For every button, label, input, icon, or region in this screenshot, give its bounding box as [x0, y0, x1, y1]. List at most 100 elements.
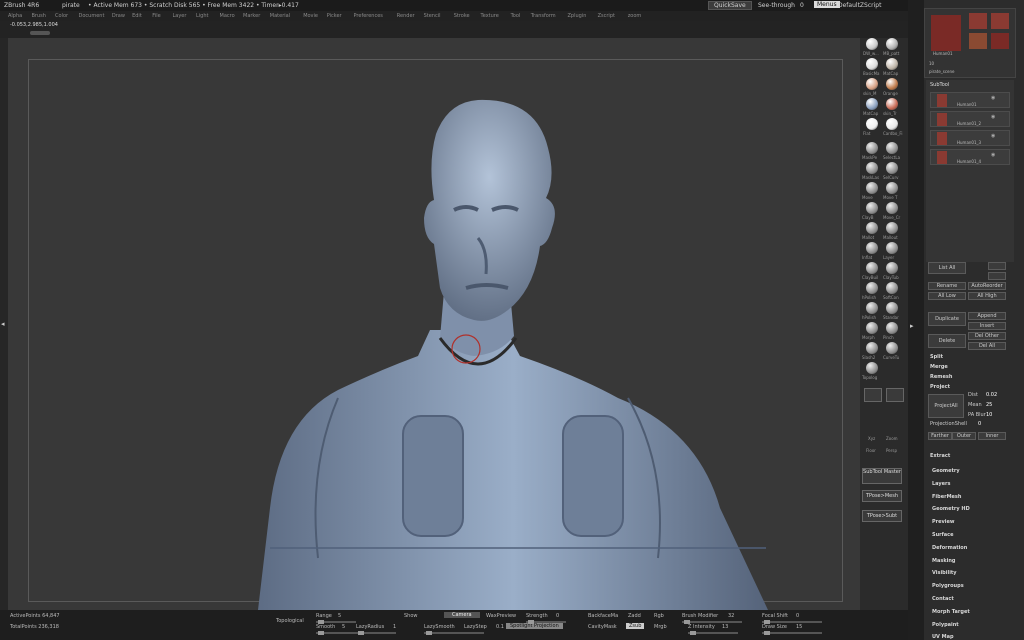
- eye-icon[interactable]: ◉: [991, 114, 995, 120]
- subtool-item[interactable]: Human01_3 ◉: [930, 130, 1010, 146]
- remesh-header[interactable]: Remesh: [930, 374, 952, 380]
- material-6-icon[interactable]: [866, 98, 878, 110]
- right-tray-divider[interactable]: ▸: [908, 0, 924, 640]
- scroll-up-button[interactable]: [988, 262, 1006, 270]
- menu-file[interactable]: File: [152, 13, 160, 19]
- palette-morph-target[interactable]: Morph Target: [932, 609, 970, 615]
- slider-track[interactable]: [688, 631, 738, 635]
- cavity-mask-label[interactable]: CavityMask: [588, 624, 617, 630]
- scroll-down-button[interactable]: [988, 272, 1006, 280]
- tpose-mesh-button[interactable]: TPose>Mesh: [862, 490, 902, 502]
- subtool-master-button[interactable]: SubTool Master: [862, 468, 902, 484]
- eye-icon[interactable]: ◉: [991, 133, 995, 139]
- brush-2b-icon[interactable]: [886, 182, 898, 194]
- menu-stroke[interactable]: Stroke: [454, 13, 470, 19]
- menu-zoom[interactable]: zoom: [628, 13, 642, 19]
- menu-material[interactable]: Material: [270, 13, 290, 19]
- menu-light[interactable]: Light: [196, 13, 208, 19]
- menu-layer[interactable]: Layer: [173, 13, 187, 19]
- brush-5b-icon[interactable]: [886, 242, 898, 254]
- show-label[interactable]: Show: [404, 613, 418, 619]
- menu-tool[interactable]: Tool: [511, 13, 521, 19]
- slider-track[interactable]: [424, 631, 484, 635]
- brush-3b-icon[interactable]: [886, 202, 898, 214]
- lazy-step-label[interactable]: LazyStep: [464, 624, 487, 630]
- tray-arrow-icon[interactable]: ◂: [1, 320, 6, 332]
- brush-9b-icon[interactable]: [886, 322, 898, 334]
- brush-10-icon[interactable]: [866, 342, 878, 354]
- subtool-item[interactable]: Human01_4 ◉: [930, 149, 1010, 165]
- brush-9-icon[interactable]: [866, 322, 878, 334]
- menu-marker[interactable]: Marker: [243, 13, 260, 19]
- tool-thumb-4[interactable]: [991, 33, 1009, 49]
- tool-thumb-2[interactable]: [991, 13, 1009, 29]
- focal-shift-label[interactable]: Focal Shift: [762, 613, 788, 619]
- material-7-icon[interactable]: [886, 98, 898, 110]
- menus-button[interactable]: Menus: [814, 1, 840, 8]
- all-high-button[interactable]: All High: [968, 292, 1006, 300]
- autoreorder-button[interactable]: AutoReorder: [968, 282, 1006, 290]
- wax-preview-label[interactable]: WaxPreview: [486, 613, 516, 619]
- farther-button[interactable]: Farther: [928, 432, 952, 440]
- brush-modifier-label[interactable]: Brush Modifier: [682, 613, 718, 619]
- material-4-icon[interactable]: [866, 78, 878, 90]
- brush-8b-icon[interactable]: [886, 302, 898, 314]
- append-button[interactable]: Append: [968, 312, 1006, 320]
- project-header[interactable]: Project: [930, 384, 950, 390]
- menu-brush[interactable]: Brush: [32, 13, 46, 19]
- see-through-label[interactable]: See-through: [758, 2, 795, 9]
- backface-mask-label[interactable]: BackfaceMa: [588, 613, 618, 619]
- brush-10b-icon[interactable]: [886, 342, 898, 354]
- del-other-button[interactable]: Del Other: [968, 332, 1006, 340]
- 3d-model-viewport[interactable]: [8, 38, 860, 610]
- brush-7b-icon[interactable]: [886, 282, 898, 294]
- subtool-item[interactable]: Human01 ◉: [930, 92, 1010, 108]
- menu-zplugin[interactable]: Zplugin: [568, 13, 587, 19]
- pa-blur-value[interactable]: 10: [986, 412, 992, 418]
- draw-size-label[interactable]: Draw Size: [762, 624, 787, 630]
- menu-stencil[interactable]: Stencil: [424, 13, 441, 19]
- palette-uv-map[interactable]: UV Map: [932, 634, 954, 640]
- left-tray[interactable]: ◂: [0, 38, 8, 610]
- menu-document[interactable]: Document: [79, 13, 105, 19]
- rename-button[interactable]: Rename: [928, 282, 966, 290]
- brush-11-icon[interactable]: [866, 362, 878, 374]
- menu-picker[interactable]: Picker: [327, 13, 342, 19]
- menu-zscript[interactable]: Zscript: [598, 13, 615, 19]
- mean-value[interactable]: 25: [986, 402, 992, 408]
- brush-6b-icon[interactable]: [886, 262, 898, 274]
- eye-icon[interactable]: ◉: [991, 152, 995, 158]
- rgb-button[interactable]: Rgb: [654, 613, 664, 619]
- delete-button[interactable]: Delete: [928, 334, 966, 348]
- brush-7-icon[interactable]: [866, 282, 878, 294]
- default-zscript-button[interactable]: DefaultZScript: [838, 2, 881, 9]
- edit-mode-button[interactable]: [864, 388, 882, 402]
- material-0-icon[interactable]: [866, 38, 878, 50]
- draw-mode-button[interactable]: [886, 388, 904, 402]
- palette-surface[interactable]: Surface: [932, 532, 954, 538]
- palette-geometry[interactable]: Geometry: [932, 468, 960, 474]
- menu-preferences[interactable]: Preferences: [354, 13, 383, 19]
- projectall-button[interactable]: ProjectAll: [928, 394, 964, 418]
- brush-8-icon[interactable]: [866, 302, 878, 314]
- menu-transform[interactable]: Transform: [531, 13, 556, 19]
- spotlight-projection-button[interactable]: Spotlight Projection: [506, 623, 563, 629]
- insert-button[interactable]: Insert: [968, 322, 1006, 330]
- zadd-button[interactable]: Zadd: [628, 613, 641, 619]
- del-all-button[interactable]: Del All: [968, 342, 1006, 350]
- mrgb-button[interactable]: Mrgb: [654, 624, 667, 630]
- brush-2-icon[interactable]: [866, 182, 878, 194]
- range-label[interactable]: Range: [316, 613, 332, 619]
- brush-4b-icon[interactable]: [886, 222, 898, 234]
- projection-shell-label[interactable]: ProjectionShell: [930, 421, 967, 427]
- palette-deformation[interactable]: Deformation: [932, 545, 967, 551]
- brush-0-icon[interactable]: [866, 142, 878, 154]
- slider-track[interactable]: [682, 620, 742, 624]
- duplicate-button[interactable]: Duplicate: [928, 312, 966, 326]
- z-intensity-label[interactable]: Z Intensity: [688, 624, 715, 630]
- material-3-icon[interactable]: [886, 58, 898, 70]
- dist-value[interactable]: 0.02: [986, 392, 997, 398]
- palette-preview[interactable]: Preview: [932, 519, 955, 525]
- all-low-button[interactable]: All Low: [928, 292, 966, 300]
- smooth-label[interactable]: Smooth: [316, 624, 335, 630]
